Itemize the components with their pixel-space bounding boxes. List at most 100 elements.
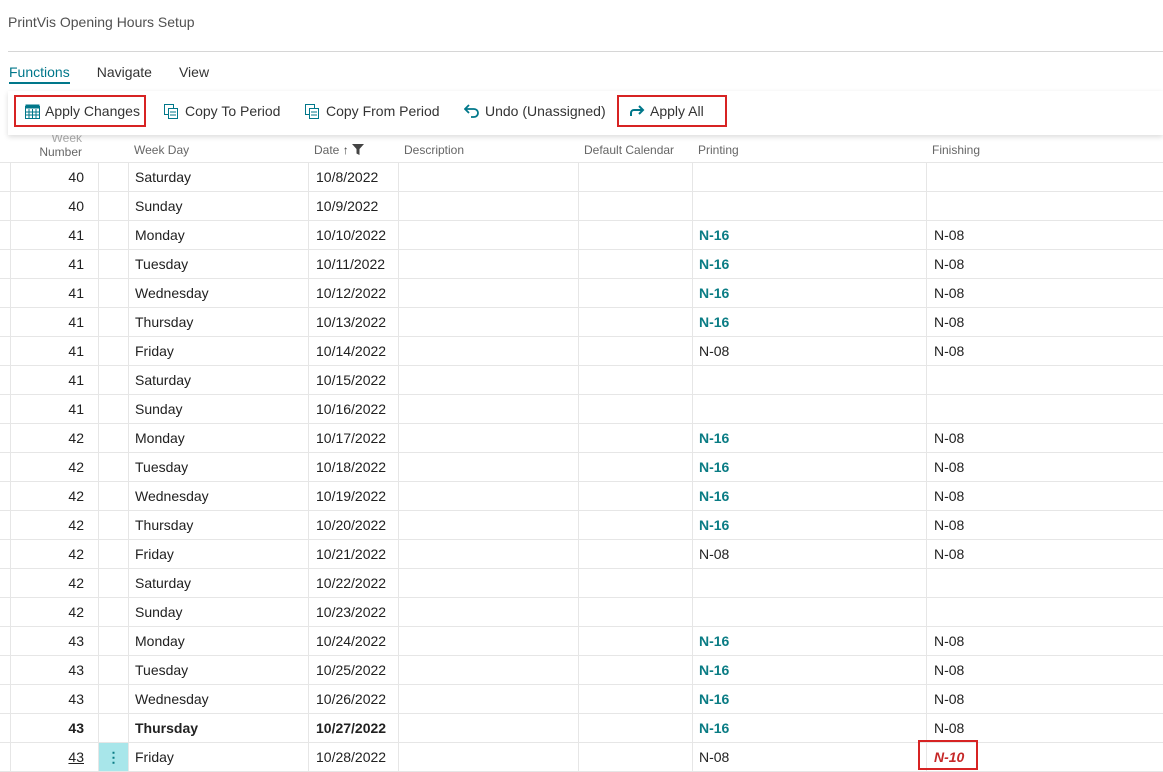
printing-cell[interactable]: N-08 xyxy=(699,540,729,568)
finishing-cell[interactable]: N-08 xyxy=(934,424,964,452)
table-row[interactable]: 41 Saturday 10/15/2022 xyxy=(0,366,1163,395)
week-day-cell[interactable]: Tuesday xyxy=(135,656,188,684)
week-number-cell[interactable]: 41 xyxy=(20,250,84,278)
week-number-cell[interactable]: 41 xyxy=(20,366,84,394)
week-number-cell[interactable]: 43 xyxy=(20,656,84,684)
printing-cell[interactable]: N-16 xyxy=(699,656,729,684)
undo-button[interactable]: Undo (Unassigned) xyxy=(463,95,606,127)
table-row[interactable]: 42 Thursday 10/20/2022 N-16 N-08 xyxy=(0,511,1163,540)
week-number-cell[interactable]: 43 xyxy=(20,627,84,655)
week-number-cell[interactable]: 41 xyxy=(20,308,84,336)
description-header[interactable]: Description xyxy=(404,143,464,157)
week-day-cell[interactable]: Sunday xyxy=(135,395,182,423)
tab-navigate[interactable]: Navigate xyxy=(97,64,152,84)
date-cell[interactable]: 10/14/2022 xyxy=(316,337,386,365)
week-number-cell[interactable]: 42 xyxy=(20,424,84,452)
date-cell[interactable]: 10/12/2022 xyxy=(316,279,386,307)
date-cell[interactable]: 10/26/2022 xyxy=(316,685,386,713)
week-number-cell[interactable]: 43 xyxy=(20,743,84,771)
week-day-cell[interactable]: Saturday xyxy=(135,366,191,394)
finishing-cell[interactable]: N-08 xyxy=(934,482,964,510)
week-day-cell[interactable]: Wednesday xyxy=(135,685,209,713)
finishing-cell[interactable]: N-08 xyxy=(934,453,964,481)
printing-cell[interactable]: N-16 xyxy=(699,308,729,336)
table-row[interactable]: 42 Sunday 10/23/2022 xyxy=(0,598,1163,627)
week-number-cell[interactable]: 42 xyxy=(20,453,84,481)
table-row[interactable]: 43 Thursday 10/27/2022 N-16 N-08 xyxy=(0,714,1163,743)
week-day-cell[interactable]: Monday xyxy=(135,221,185,249)
week-number-header[interactable]: Week Number xyxy=(0,135,82,159)
printing-cell[interactable]: N-16 xyxy=(699,627,729,655)
finishing-cell[interactable]: N-08 xyxy=(934,627,964,655)
date-cell[interactable]: 10/25/2022 xyxy=(316,656,386,684)
date-cell[interactable]: 10/19/2022 xyxy=(316,482,386,510)
date-cell[interactable]: 10/10/2022 xyxy=(316,221,386,249)
table-row[interactable]: 41 Wednesday 10/12/2022 N-16 N-08 xyxy=(0,279,1163,308)
week-day-cell[interactable]: Friday xyxy=(135,540,174,568)
printing-cell[interactable]: N-16 xyxy=(699,482,729,510)
table-row[interactable]: 42 Friday 10/21/2022 N-08 N-08 xyxy=(0,540,1163,569)
table-row[interactable]: 43 Wednesday 10/26/2022 N-16 N-08 xyxy=(0,685,1163,714)
date-cell[interactable]: 10/20/2022 xyxy=(316,511,386,539)
date-cell[interactable]: 10/23/2022 xyxy=(316,598,386,626)
printing-cell[interactable]: N-16 xyxy=(699,453,729,481)
week-number-cell[interactable]: 43 xyxy=(20,685,84,713)
week-day-cell[interactable]: Sunday xyxy=(135,598,182,626)
week-day-cell[interactable]: Saturday xyxy=(135,163,191,191)
table-row[interactable]: 42 Tuesday 10/18/2022 N-16 N-08 xyxy=(0,453,1163,482)
finishing-cell[interactable]: N-08 xyxy=(934,511,964,539)
printing-cell[interactable]: N-08 xyxy=(699,337,729,365)
week-number-cell[interactable]: 43 xyxy=(20,714,84,742)
week-day-header[interactable]: Week Day xyxy=(134,143,189,157)
filter-icon[interactable] xyxy=(352,144,365,158)
date-cell[interactable]: 10/24/2022 xyxy=(316,627,386,655)
week-day-cell[interactable]: Monday xyxy=(135,627,185,655)
finishing-cell[interactable]: N-08 xyxy=(934,250,964,278)
week-day-cell[interactable]: Wednesday xyxy=(135,482,209,510)
week-number-cell[interactable]: 41 xyxy=(20,279,84,307)
week-day-cell[interactable]: Friday xyxy=(135,743,174,771)
copy-to-period-button[interactable]: Copy To Period xyxy=(163,95,280,127)
table-row[interactable]: 42 Saturday 10/22/2022 xyxy=(0,569,1163,598)
printing-cell[interactable]: N-16 xyxy=(699,714,729,742)
table-row[interactable]: 40 Sunday 10/9/2022 xyxy=(0,192,1163,221)
table-row[interactable]: 41 Monday 10/10/2022 N-16 N-08 xyxy=(0,221,1163,250)
table-row[interactable]: 43 Friday 10/28/2022 N-08 ⋮ N-10 xyxy=(0,740,1163,772)
table-row[interactable]: 40 Saturday 10/8/2022 xyxy=(0,162,1163,192)
printing-cell[interactable]: N-16 xyxy=(699,250,729,278)
date-cell[interactable]: 10/13/2022 xyxy=(316,308,386,336)
finishing-cell[interactable]: N-08 xyxy=(934,279,964,307)
tab-view[interactable]: View xyxy=(179,64,209,84)
printing-cell[interactable]: N-16 xyxy=(699,511,729,539)
table-row[interactable]: 42 Wednesday 10/19/2022 N-16 N-08 xyxy=(0,482,1163,511)
week-number-cell[interactable]: 40 xyxy=(20,163,84,191)
week-day-cell[interactable]: Thursday xyxy=(135,714,198,742)
week-day-cell[interactable]: Friday xyxy=(135,337,174,365)
finishing-cell[interactable]: N-08 xyxy=(934,308,964,336)
finishing-cell[interactable]: N-08 xyxy=(934,714,964,742)
table-row[interactable]: 41 Tuesday 10/11/2022 N-16 N-08 xyxy=(0,250,1163,279)
week-number-cell[interactable]: 42 xyxy=(20,598,84,626)
table-row[interactable]: 41 Friday 10/14/2022 N-08 N-08 xyxy=(0,337,1163,366)
finishing-cell[interactable]: N-08 xyxy=(934,656,964,684)
week-number-cell[interactable]: 40 xyxy=(20,192,84,220)
finishing-cell[interactable]: N-08 xyxy=(934,337,964,365)
finishing-cell[interactable]: N-10 xyxy=(934,743,964,771)
printing-header[interactable]: Printing xyxy=(698,143,739,157)
week-number-cell[interactable]: 42 xyxy=(20,540,84,568)
date-cell[interactable]: 10/16/2022 xyxy=(316,395,386,423)
week-day-cell[interactable]: Thursday xyxy=(135,511,193,539)
printing-cell[interactable]: N-16 xyxy=(699,685,729,713)
week-number-cell[interactable]: 41 xyxy=(20,221,84,249)
date-cell[interactable]: 10/27/2022 xyxy=(316,714,386,742)
finishing-cell[interactable]: N-08 xyxy=(934,221,964,249)
apply-changes-button[interactable]: Apply Changes xyxy=(14,95,146,127)
week-number-cell[interactable]: 42 xyxy=(20,569,84,597)
date-cell[interactable]: 10/11/2022 xyxy=(316,250,385,278)
date-cell[interactable]: 10/22/2022 xyxy=(316,569,386,597)
week-day-cell[interactable]: Saturday xyxy=(135,569,191,597)
date-cell[interactable]: 10/28/2022 xyxy=(316,743,386,771)
table-row[interactable]: 42 Monday 10/17/2022 N-16 N-08 xyxy=(0,424,1163,453)
apply-all-button[interactable]: Apply All xyxy=(617,95,727,127)
date-cell[interactable]: 10/21/2022 xyxy=(316,540,386,568)
